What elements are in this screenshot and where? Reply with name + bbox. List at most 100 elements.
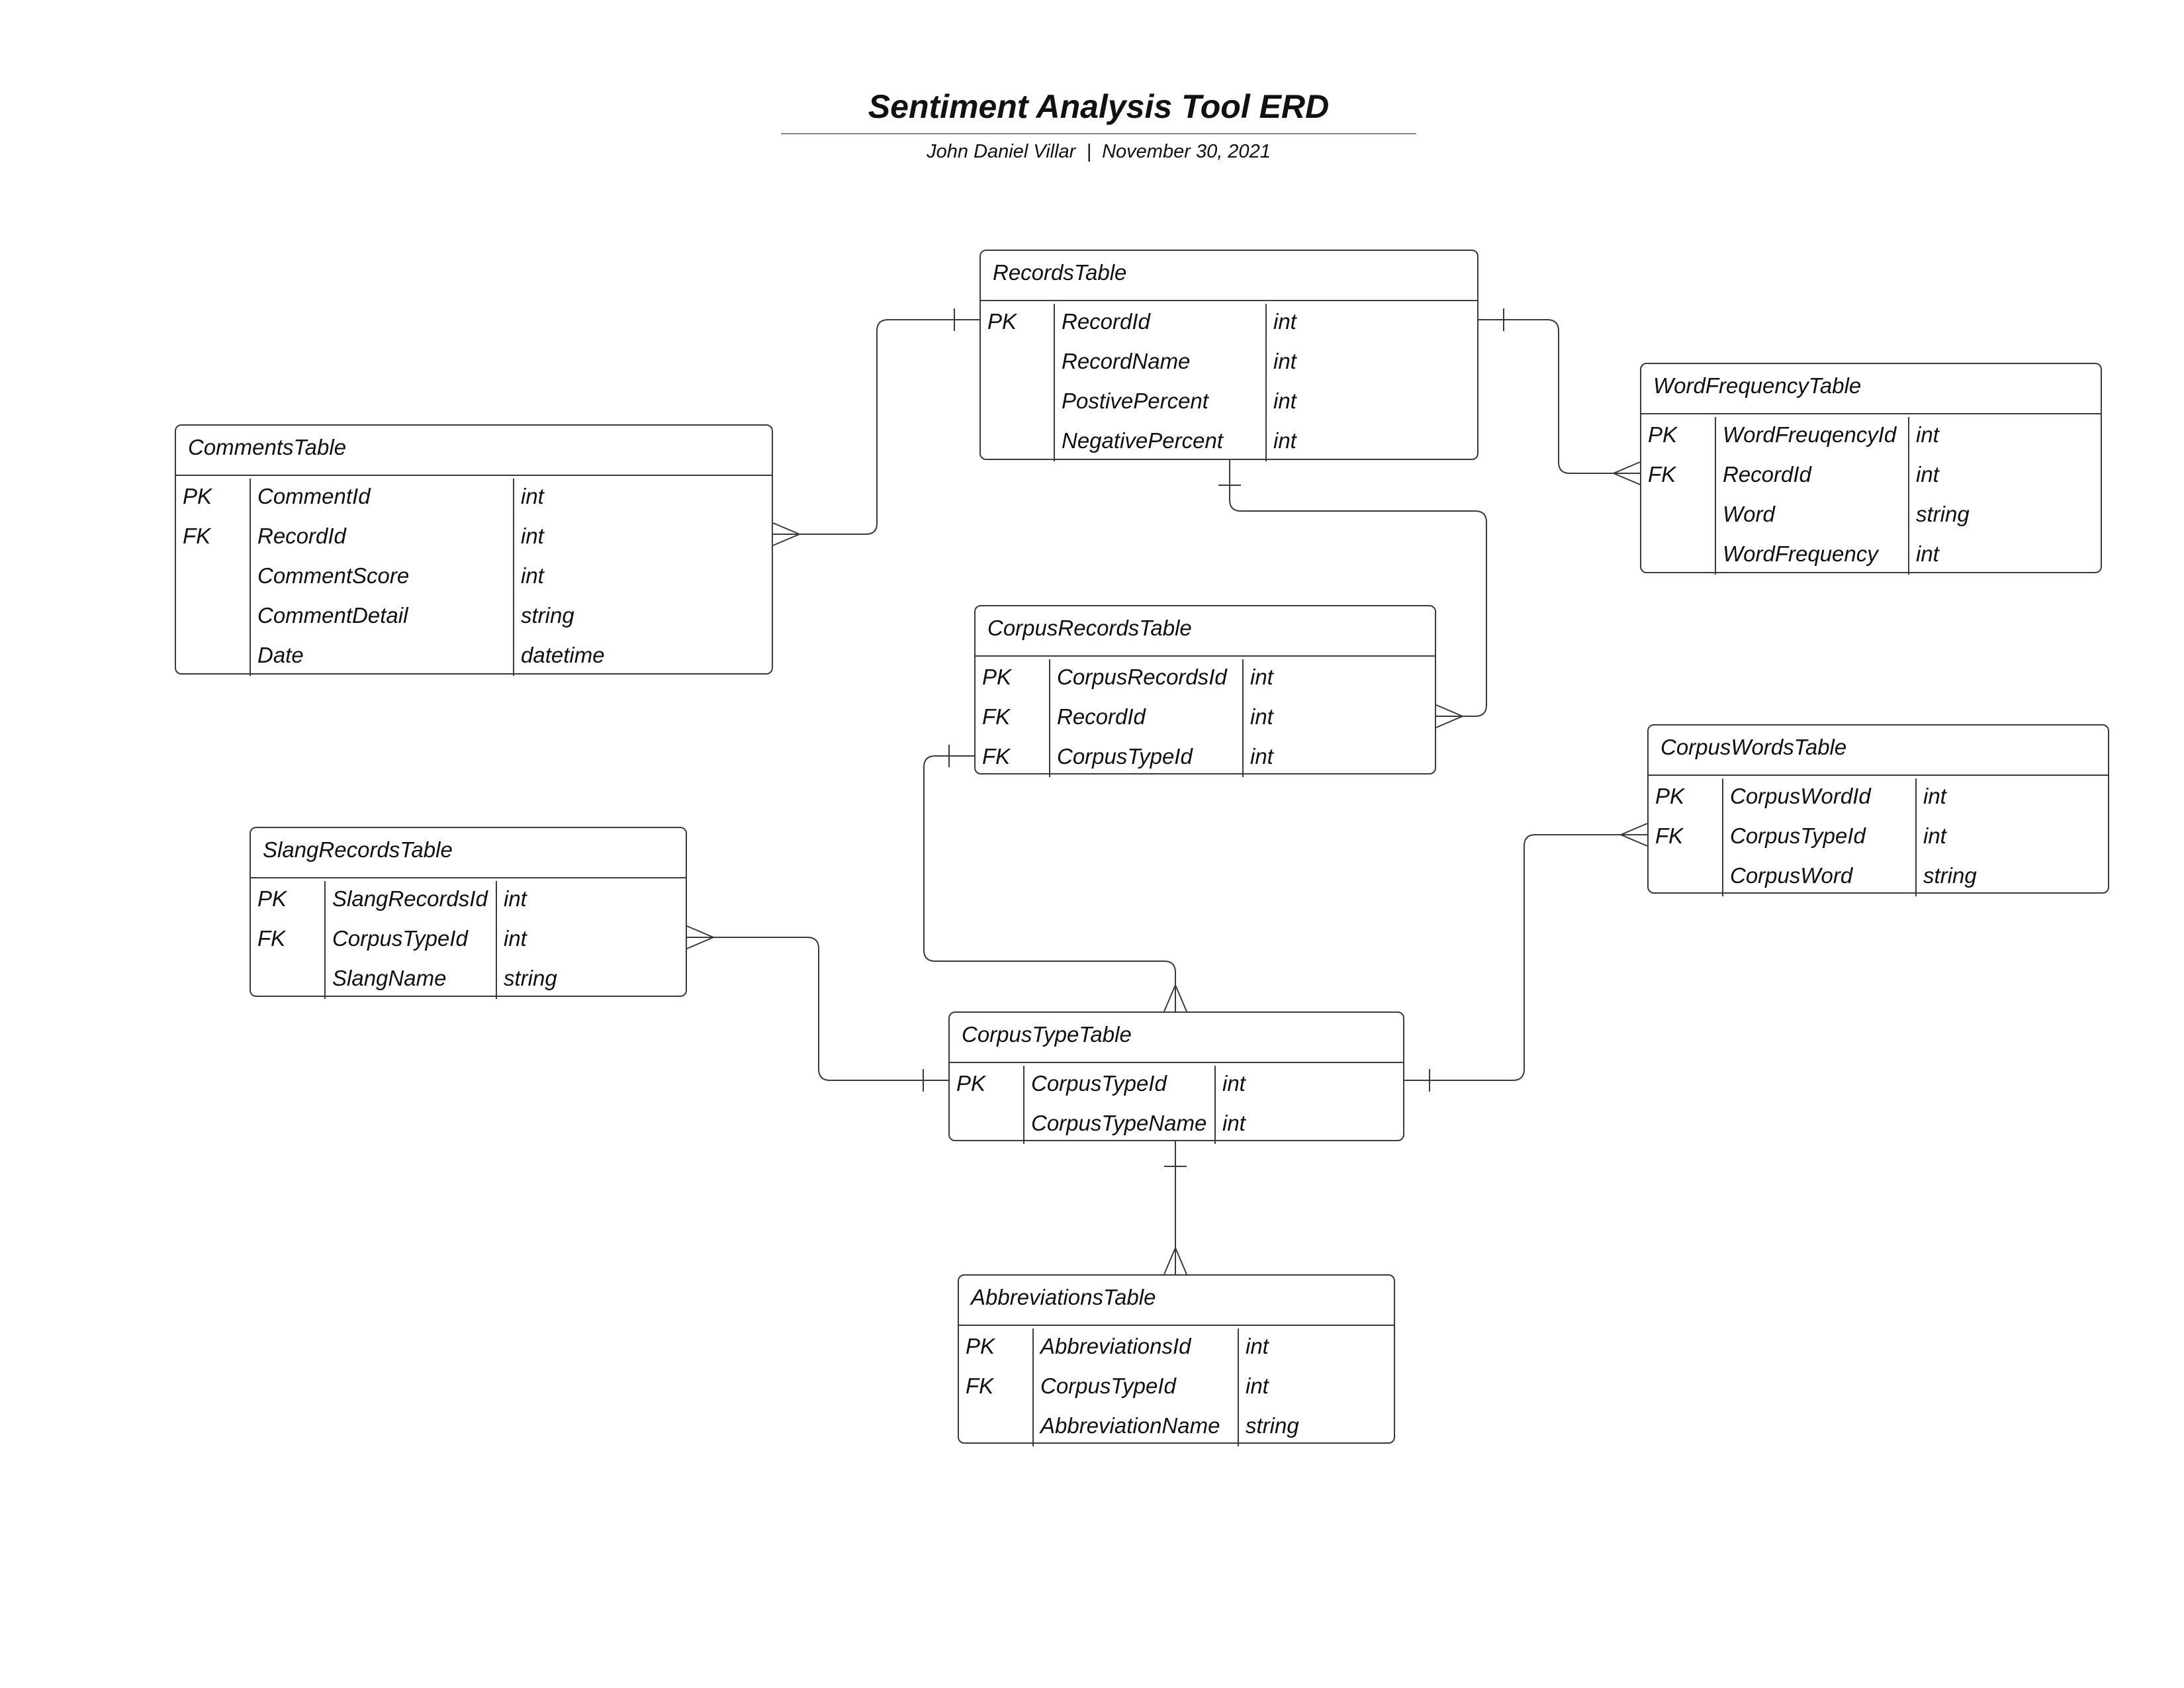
field-name: PostivePercent xyxy=(1055,383,1267,423)
field-name: CorpusRecordsId xyxy=(1050,659,1244,699)
author-name: John Daniel Villar xyxy=(927,141,1076,162)
entity-corpus-words-table[interactable]: CorpusWordsTable PK CorpusWordId int FK Corp… xyxy=(1647,724,2109,896)
field-type: int xyxy=(1246,1334,1269,1358)
key-cell xyxy=(950,1105,1024,1144)
field-name: RecordId xyxy=(1716,457,1909,496)
field-name: AbbreviationsId xyxy=(1034,1329,1239,1368)
key-cell xyxy=(176,598,251,637)
field-type: int xyxy=(1923,784,1946,808)
field-name: RecordName xyxy=(1055,344,1267,383)
key-cell: PK xyxy=(251,881,326,921)
field-type: int xyxy=(1250,665,1273,689)
key-cell: PK xyxy=(176,479,251,518)
key-cell xyxy=(251,961,326,999)
field-type: string xyxy=(1923,863,1977,888)
field-name: CommentScore xyxy=(251,558,514,598)
diagram-date: November 30, 2021 xyxy=(1102,141,1271,162)
entity-title: SlangRecordsTable xyxy=(251,828,686,878)
key-cell: PK xyxy=(981,304,1055,344)
entity-slang-records-table[interactable]: SlangRecordsTable PK SlangRecordsId int FK C… xyxy=(250,827,687,999)
field-name: CommentDetail xyxy=(251,598,514,637)
field-type: int xyxy=(521,563,544,588)
field-name: CorpusTypeId xyxy=(1034,1368,1239,1408)
entity-corpus-records-table[interactable]: CorpusRecordsTable PK CorpusRecordsId int F… xyxy=(974,605,1436,777)
entity-title: CorpusWordsTable xyxy=(1649,726,2108,776)
field-type: int xyxy=(1246,1374,1269,1398)
diagram-subtitle: John Daniel Villar | November 30, 2021 xyxy=(781,141,1416,163)
field-name: WordFreuqencyId xyxy=(1716,417,1909,457)
field-name: SlangRecordsId xyxy=(326,881,497,921)
field-type: int xyxy=(1273,389,1297,413)
entity-title: AbbreviationsTable xyxy=(959,1276,1394,1326)
key-cell xyxy=(1641,536,1716,575)
field-name: WordFrequency xyxy=(1716,536,1909,575)
field-name: CorpusTypeId xyxy=(1723,818,1917,858)
connector-corpustype-abbreviations xyxy=(1163,1141,1187,1275)
key-cell xyxy=(981,423,1055,461)
key-cell: FK xyxy=(1641,457,1716,496)
entity-title: RecordsTable xyxy=(981,251,1477,301)
connector-corpustype-slangrecords xyxy=(686,925,948,1092)
connector-corpusrecords-corpustype xyxy=(923,745,1187,1012)
subtitle-separator: | xyxy=(1086,141,1091,162)
connector-records-comments xyxy=(772,308,979,546)
key-cell: FK xyxy=(976,739,1050,777)
field-type: int xyxy=(1923,823,1946,848)
field-type: int xyxy=(504,926,527,951)
key-cell xyxy=(959,1408,1034,1446)
field-type: datetime xyxy=(521,643,605,667)
field-name: SlangName xyxy=(326,961,497,999)
field-type: int xyxy=(1250,744,1273,769)
field-name: CommentId xyxy=(251,479,514,518)
key-cell xyxy=(1641,496,1716,536)
field-type: int xyxy=(1273,428,1297,453)
key-cell xyxy=(981,344,1055,383)
diagram-title: Sentiment Analysis Tool ERD xyxy=(868,88,1330,125)
field-name: CorpusWord xyxy=(1723,858,1917,896)
entity-comments-table[interactable]: CommentsTable PK CommentId int FK RecordId in… xyxy=(175,424,773,676)
field-type: string xyxy=(1916,502,1970,526)
key-cell: FK xyxy=(959,1368,1034,1408)
field-name: RecordId xyxy=(251,518,514,558)
entity-corpus-type-table[interactable]: CorpusTypeTable PK CorpusTypeId int CorpusT… xyxy=(948,1011,1404,1144)
entity-title: WordFrequencyTable xyxy=(1641,364,2101,414)
field-name: CorpusTypeName xyxy=(1024,1105,1216,1144)
entity-abbreviations-table[interactable]: AbbreviationsTable PK AbbreviationsId int F… xyxy=(958,1274,1395,1446)
field-name: AbbreviationName xyxy=(1034,1408,1239,1446)
key-cell xyxy=(981,383,1055,423)
field-name: CorpusWordId xyxy=(1723,778,1917,818)
field-type: int xyxy=(1916,541,1939,566)
field-name: CorpusTypeId xyxy=(326,921,497,961)
field-type: int xyxy=(1916,422,1939,447)
entity-title: CorpusTypeTable xyxy=(950,1013,1403,1063)
field-name: CorpusTypeId xyxy=(1050,739,1244,777)
field-type: int xyxy=(1273,309,1297,334)
entity-title: CorpusRecordsTable xyxy=(976,606,1435,657)
field-type: int xyxy=(1222,1071,1246,1096)
field-type: int xyxy=(504,886,527,911)
field-name: CorpusTypeId xyxy=(1024,1066,1216,1105)
field-type: int xyxy=(1222,1111,1246,1135)
field-name: NegativePercent xyxy=(1055,423,1267,461)
key-cell xyxy=(176,637,251,676)
field-name: Date xyxy=(251,637,514,676)
key-cell: PK xyxy=(1641,417,1716,457)
field-type: int xyxy=(1250,704,1273,729)
entity-records-table[interactable]: RecordsTable PK RecordId int RecordName int P… xyxy=(979,250,1479,461)
field-type: string xyxy=(1246,1413,1299,1438)
field-type: int xyxy=(1273,349,1297,373)
key-cell: PK xyxy=(976,659,1050,699)
connector-records-wordfrequency xyxy=(1479,308,1641,485)
key-cell: FK xyxy=(176,518,251,558)
field-type: string xyxy=(504,966,557,990)
connector-corpustype-corpuswords xyxy=(1404,823,1648,1092)
field-type: int xyxy=(521,524,544,548)
key-cell xyxy=(1649,858,1723,896)
key-cell: PK xyxy=(959,1329,1034,1368)
entity-word-frequency-table[interactable]: WordFrequencyTable PK WordFreuqencyId int F… xyxy=(1640,363,2102,575)
key-cell: FK xyxy=(976,699,1050,739)
key-cell: PK xyxy=(950,1066,1024,1105)
field-type: string xyxy=(521,603,574,628)
key-cell: FK xyxy=(251,921,326,961)
field-type: int xyxy=(1916,462,1939,487)
